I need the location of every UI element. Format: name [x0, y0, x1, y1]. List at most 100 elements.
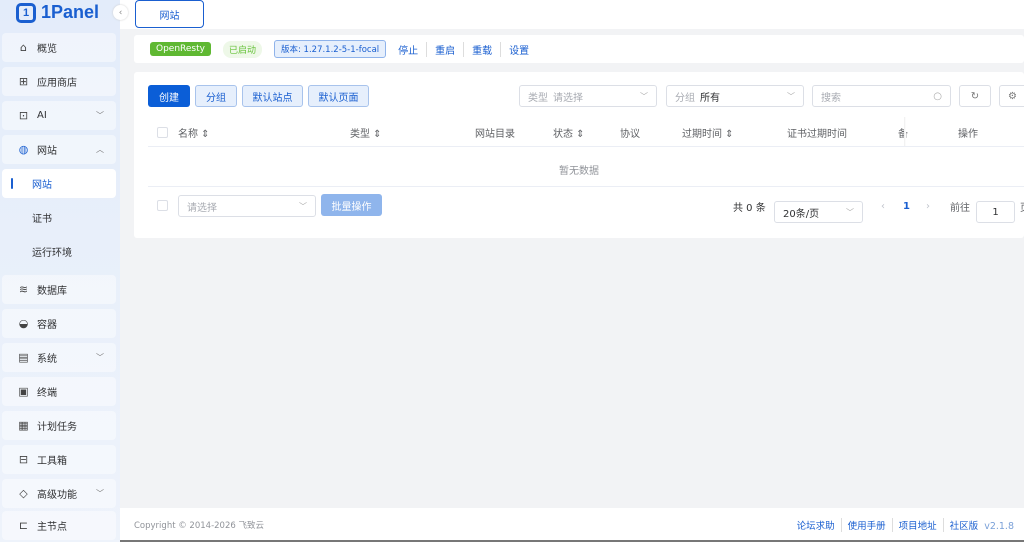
sidebar-item-terminal[interactable]: ▣ 终端	[2, 377, 116, 406]
sidebar-item-label: 应用商店	[37, 78, 77, 89]
select-value: 20条/页	[783, 208, 820, 220]
app-status-bar: OpenResty 已启动 版本: 1.27.1.2-5-1-focal 停止 …	[134, 35, 1024, 63]
sidebar-item-database[interactable]: ≋ 数据库	[2, 275, 116, 304]
submenu-label: 证书	[32, 214, 52, 225]
sidebar-item-appstore[interactable]: ⊞ 应用商店	[2, 67, 116, 96]
batch-select-checkbox[interactable]	[157, 200, 168, 211]
settings-button[interactable]: 设置	[500, 41, 537, 57]
chevron-down-icon: ﹀	[787, 91, 795, 101]
sidebar-item-label: AI	[37, 110, 47, 121]
sidebar-item-system[interactable]: ▤ 系统 ﹀	[2, 343, 116, 372]
fixed-column-shadow	[904, 117, 906, 146]
total-count: 共 0 条	[733, 202, 766, 214]
sidebar-item-label: 数据库	[37, 286, 67, 297]
gear-icon: ⚙	[1008, 90, 1017, 102]
toolbox-icon: ⊟	[18, 453, 29, 466]
terminal-icon: ▣	[18, 385, 29, 398]
container-icon: ◒	[18, 317, 29, 330]
forum-link[interactable]: 论坛求助	[791, 518, 841, 532]
default-page-button[interactable]: 默认页面	[308, 85, 369, 107]
node-icon: ⊏	[18, 519, 29, 532]
column-header-expire[interactable]: 过期时间 ⇕	[682, 125, 734, 140]
empty-text: 暂无数据	[559, 166, 599, 177]
search-input[interactable]: 搜索 ○	[812, 85, 951, 107]
page-size-select[interactable]: 20条/页 ﹀	[774, 201, 863, 223]
sidebar-item-label: 高级功能	[37, 490, 77, 501]
app-name-badge: OpenResty	[150, 42, 211, 56]
sidebar-item-ai[interactable]: ⊡ AI ﹀	[2, 101, 116, 130]
tab-label: 网站	[159, 10, 180, 22]
sidebar-item-cron[interactable]: ▦ 计划任务	[2, 411, 116, 440]
column-header-cert-expire: 证书过期时间	[787, 129, 847, 140]
batch-operation-button[interactable]: 批量操作	[321, 194, 382, 216]
submenu-runtime[interactable]: 运行环境	[2, 237, 116, 266]
calendar-icon: ▦	[18, 419, 29, 432]
column-label: 状态	[553, 129, 573, 140]
column-header-type[interactable]: 类型 ⇕	[350, 125, 382, 140]
submenu-label: 运行环境	[32, 248, 72, 259]
goto-page-input[interactable]: 1	[976, 201, 1015, 223]
tab-bar: 网站	[120, 0, 1024, 29]
group-button[interactable]: 分组	[195, 85, 237, 107]
chevron-down-icon: ﹀	[299, 201, 307, 211]
chevron-down-icon: ﹀	[640, 91, 648, 101]
tab-website[interactable]: 网站	[135, 0, 204, 28]
create-button[interactable]: 创建	[148, 85, 190, 107]
sidebar-item-container[interactable]: ◒ 容器	[2, 309, 116, 338]
refresh-button[interactable]: ↻	[959, 85, 991, 107]
sidebar-item-advanced[interactable]: ◇ 高级功能 ﹀	[2, 479, 116, 508]
column-settings-button[interactable]: ⚙	[999, 85, 1024, 107]
column-label: 过期时间	[682, 129, 722, 140]
stop-button[interactable]: 停止	[398, 42, 426, 57]
submenu-certificate[interactable]: 证书	[2, 203, 116, 232]
sidebar-item-website[interactable]: ◍ 网站 ︿	[2, 135, 116, 164]
sidebar-item-overview[interactable]: ⌂ 概览	[2, 33, 116, 62]
page-number-current[interactable]: 1	[903, 195, 910, 217]
select-all-checkbox[interactable]	[157, 127, 168, 138]
chevron-down-icon: ﹀	[846, 207, 854, 217]
column-header-actions: 操作	[958, 129, 978, 140]
server-icon: ▤	[18, 351, 29, 364]
globe-icon: ◍	[18, 143, 29, 156]
apps-icon: ⊞	[18, 75, 29, 88]
search-placeholder: 搜索	[821, 92, 841, 104]
next-page-button[interactable]: ›	[926, 195, 930, 217]
sidebar-item-label: 系统	[37, 354, 57, 365]
select-label: 类型	[528, 92, 548, 104]
select-placeholder: 请选择	[187, 202, 217, 214]
project-link[interactable]: 项目地址	[891, 518, 943, 532]
column-label: 名称	[178, 129, 198, 140]
batch-action-select[interactable]: 请选择 ﹀	[178, 195, 316, 217]
column-label: 类型	[350, 129, 370, 140]
group-select[interactable]: 分组 所有 ﹀	[666, 85, 804, 107]
sidebar-item-toolbox[interactable]: ⊟ 工具箱	[2, 445, 116, 474]
search-icon: ○	[933, 90, 942, 102]
footer: Copyright © 2014-2026 飞致云 论坛求助 使用手册 项目地址…	[120, 508, 1024, 542]
version-badge: 版本: 1.27.1.2-5-1-focal	[273, 40, 387, 58]
database-icon: ≋	[18, 283, 29, 296]
type-select[interactable]: 类型 请选择 ﹀	[519, 85, 657, 107]
default-site-button[interactable]: 默认站点	[242, 85, 303, 107]
select-label: 分组	[675, 92, 695, 104]
column-header-remark: 备	[898, 129, 908, 140]
sidebar-item-label: 网站	[37, 146, 57, 157]
column-header-name[interactable]: 名称 ⇕	[178, 125, 210, 140]
column-header-status[interactable]: 状态 ⇕	[553, 125, 585, 140]
logo-text: 1Panel	[41, 2, 100, 22]
goto-label: 前往	[950, 202, 970, 214]
select-value: 所有	[700, 92, 720, 104]
manual-link[interactable]: 使用手册	[840, 518, 892, 532]
submenu-website[interactable]: 网站	[2, 169, 116, 198]
chevron-up-icon: ︿	[96, 145, 104, 154]
edition-link[interactable]: 社区版 v2.1.8	[942, 518, 1020, 532]
logo-icon: 1	[16, 2, 36, 23]
prev-page-button[interactable]: ‹	[881, 195, 885, 217]
collapse-sidebar-button[interactable]: ‹	[113, 5, 128, 20]
diamond-icon: ◇	[19, 487, 28, 500]
sidebar-item-main-node[interactable]: ⊏ 主节点	[2, 511, 116, 540]
sidebar-item-label: 终端	[37, 388, 57, 399]
refresh-icon: ↻	[970, 90, 980, 102]
reload-button[interactable]: 重载	[463, 41, 500, 57]
chevron-down-icon: ﹀	[96, 489, 104, 498]
restart-button[interactable]: 重启	[426, 41, 463, 57]
